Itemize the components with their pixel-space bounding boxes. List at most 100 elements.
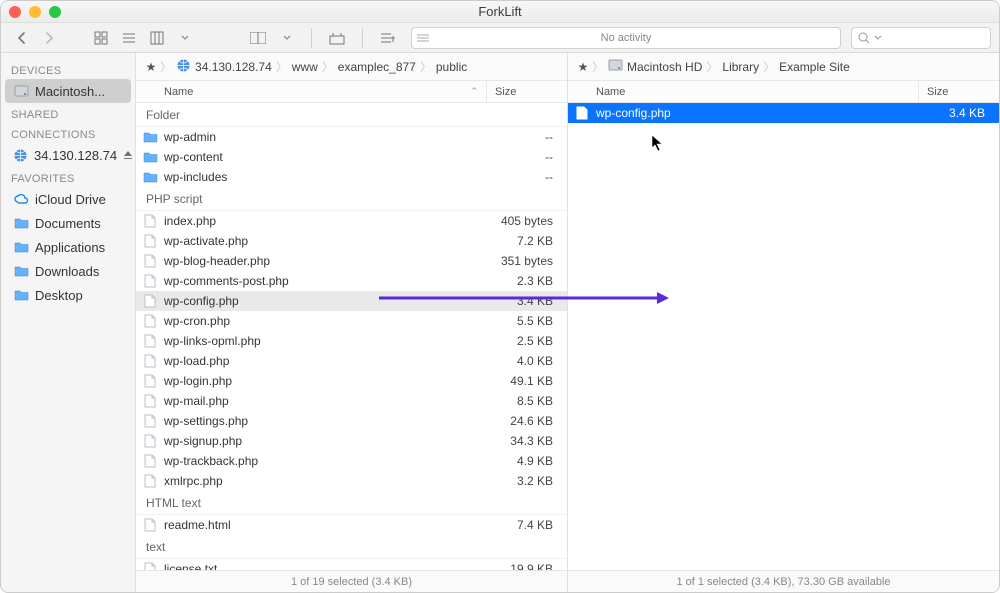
favorite-star-icon[interactable]: ★: [574, 60, 592, 74]
file-name: wp-mail.php: [164, 394, 487, 408]
queue-button[interactable]: [375, 27, 401, 49]
left-listing[interactable]: Folderwp-admin--wp-content--wp-includes-…: [136, 103, 567, 570]
file-name: readme.html: [164, 518, 487, 532]
file-row[interactable]: wp-comments-post.php2.3 KB: [136, 271, 567, 291]
eject-icon[interactable]: [123, 148, 133, 163]
file-name: index.php: [164, 214, 487, 228]
file-row[interactable]: index.php405 bytes: [136, 211, 567, 231]
group-header: text: [136, 535, 567, 559]
file-row[interactable]: wp-trackback.php4.9 KB: [136, 451, 567, 471]
file-row[interactable]: wp-content--: [136, 147, 567, 167]
file-row[interactable]: wp-cron.php5.5 KB: [136, 311, 567, 331]
right-pathbar[interactable]: ★〉Macintosh HD〉Library〉Example Site: [568, 53, 999, 81]
minimize-window-button[interactable]: [29, 6, 41, 18]
sidebar-item-label: Macintosh...: [35, 84, 105, 99]
left-pathbar[interactable]: ★〉34.130.128.74〉www〉examplec_877〉public: [136, 53, 567, 81]
file-size: 4.0 KB: [487, 354, 567, 368]
file-row[interactable]: wp-load.php4.0 KB: [136, 351, 567, 371]
breadcrumb[interactable]: examplec_877: [334, 60, 420, 74]
panel-dropdown-button[interactable]: [275, 27, 299, 49]
sidebar-section-header: SHARED: [1, 103, 135, 123]
left-col-size[interactable]: Size: [487, 81, 567, 102]
file-name: wp-blog-header.php: [164, 254, 487, 268]
folder-icon: [13, 215, 29, 231]
maximize-window-button[interactable]: [49, 6, 61, 18]
breadcrumb[interactable]: 34.130.128.74: [172, 58, 276, 76]
breadcrumb-label: Macintosh HD: [627, 60, 702, 74]
sidebar: DEVICESMacintosh...SHAREDCONNECTIONS34.1…: [1, 53, 136, 592]
file-row[interactable]: wp-config.php3.4 KB: [136, 291, 567, 311]
hdd-icon: [608, 59, 623, 74]
sidebar-item-macintosh-[interactable]: Macintosh...: [5, 79, 131, 103]
sidebar-item-desktop[interactable]: Desktop: [5, 283, 131, 307]
view-icons-button[interactable]: [89, 27, 113, 49]
breadcrumb[interactable]: Example Site: [775, 60, 854, 74]
right-col-name[interactable]: Name: [568, 81, 919, 102]
file-size: 351 bytes: [487, 254, 567, 268]
breadcrumb[interactable]: Macintosh HD: [604, 59, 706, 74]
breadcrumb[interactable]: Library: [718, 60, 763, 74]
file-size: --: [487, 170, 567, 184]
file-row[interactable]: readme.html7.4 KB: [136, 515, 567, 535]
file-row[interactable]: wp-login.php49.1 KB: [136, 371, 567, 391]
file-size: 7.4 KB: [487, 518, 567, 532]
file-row[interactable]: wp-mail.php8.5 KB: [136, 391, 567, 411]
breadcrumb-label: 34.130.128.74: [195, 60, 272, 74]
file-icon: [136, 294, 164, 308]
file-row[interactable]: wp-activate.php7.2 KB: [136, 231, 567, 251]
sidebar-item-applications[interactable]: Applications: [5, 235, 131, 259]
file-icon: [136, 374, 164, 388]
file-size: 19.9 KB: [487, 562, 567, 570]
file-name: wp-cron.php: [164, 314, 487, 328]
sidebar-item-icloud-drive[interactable]: iCloud Drive: [5, 187, 131, 211]
sidebar-item-34-130-128-74[interactable]: 34.130.128.74: [5, 143, 131, 167]
file-row[interactable]: wp-links-opml.php2.5 KB: [136, 331, 567, 351]
view-columns-button[interactable]: [145, 27, 169, 49]
file-icon: [136, 454, 164, 468]
activity-text: No activity: [601, 32, 652, 44]
file-row[interactable]: wp-settings.php24.6 KB: [136, 411, 567, 431]
back-button[interactable]: [9, 27, 33, 49]
file-size: 49.1 KB: [487, 374, 567, 388]
file-row[interactable]: wp-includes--: [136, 167, 567, 187]
file-icon: [136, 474, 164, 488]
right-listing[interactable]: wp-config.php3.4 KB: [568, 103, 999, 570]
folder-icon: [136, 171, 164, 183]
file-icon: [136, 234, 164, 248]
file-row[interactable]: xmlrpc.php3.2 KB: [136, 471, 567, 491]
file-row[interactable]: wp-admin--: [136, 127, 567, 147]
file-size: 7.2 KB: [487, 234, 567, 248]
sort-ascending-icon: ⌃: [470, 86, 478, 97]
breadcrumb[interactable]: www: [288, 60, 322, 74]
sidebar-section-header: CONNECTIONS: [1, 123, 135, 143]
file-icon: [136, 394, 164, 408]
file-name: wp-settings.php: [164, 414, 487, 428]
sidebar-section-header: FAVORITES: [1, 167, 135, 187]
forward-button[interactable]: [37, 27, 61, 49]
file-row[interactable]: license.txt19.9 KB: [136, 559, 567, 570]
breadcrumb-label: public: [436, 60, 467, 74]
file-size: 34.3 KB: [487, 434, 567, 448]
file-row[interactable]: wp-config.php3.4 KB: [568, 103, 999, 123]
file-icon: [568, 106, 596, 120]
view-dropdown-button[interactable]: [173, 27, 197, 49]
favorite-star-icon[interactable]: ★: [142, 60, 160, 74]
sync-button[interactable]: [324, 27, 350, 49]
panel-toggle-button[interactable]: [245, 27, 271, 49]
window-title: ForkLift: [1, 4, 999, 19]
right-col-size[interactable]: Size: [919, 81, 999, 102]
file-row[interactable]: wp-signup.php34.3 KB: [136, 431, 567, 451]
left-col-name[interactable]: Name⌃: [136, 81, 487, 102]
cloud-icon: [13, 191, 29, 207]
view-list-button[interactable]: [117, 27, 141, 49]
search-field[interactable]: [851, 27, 991, 49]
sidebar-item-documents[interactable]: Documents: [5, 211, 131, 235]
file-icon: [136, 518, 164, 532]
close-window-button[interactable]: [9, 6, 21, 18]
file-size: 3.4 KB: [487, 294, 567, 308]
sidebar-item-downloads[interactable]: Downloads: [5, 259, 131, 283]
file-row[interactable]: wp-blog-header.php351 bytes: [136, 251, 567, 271]
file-icon: [136, 314, 164, 328]
breadcrumb[interactable]: public: [432, 60, 471, 74]
breadcrumb-label: Library: [722, 60, 759, 74]
